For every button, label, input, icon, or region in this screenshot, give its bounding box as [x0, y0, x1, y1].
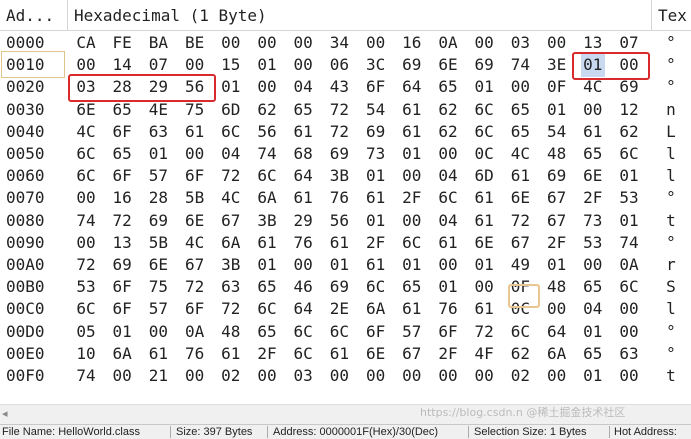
column-divider[interactable]	[651, 0, 652, 30]
hex-byte[interactable]: 00	[545, 363, 569, 388]
hex-byte[interactable]: 03	[291, 363, 315, 388]
column-divider[interactable]	[67, 0, 68, 30]
highlight-box-red	[572, 52, 650, 80]
hex-column-header[interactable]: Hexadecimal (1 Byte)	[74, 0, 267, 30]
hex-byte[interactable]: 02	[219, 363, 243, 388]
status-file-name: File Name: HelloWorld.class	[2, 426, 140, 438]
highlight-box-red	[68, 74, 216, 102]
hex-byte[interactable]: 00	[472, 363, 496, 388]
hex-byte[interactable]: 00	[255, 363, 279, 388]
hex-byte[interactable]: 00	[110, 363, 134, 388]
row-address[interactable]: 00F0	[6, 363, 45, 388]
hex-byte[interactable]: 01	[581, 363, 605, 388]
hex-byte[interactable]: 00	[436, 363, 460, 388]
status-size: Size: 397 Bytes	[176, 426, 253, 438]
hex-byte[interactable]: 21	[146, 363, 170, 388]
hex-byte[interactable]: 00	[327, 363, 351, 388]
status-address: Address: 0000001F(Hex)/30(Dec)	[273, 426, 439, 438]
status-selection-size: Selection Size: 1 Bytes	[474, 426, 587, 438]
hex-byte[interactable]: 00	[400, 363, 424, 388]
watermark: https://blog.csdn.n @稀土掘金技术社区	[420, 406, 626, 419]
status-bar: File Name: HelloWorld.class Size: 397 By…	[0, 424, 691, 439]
hex-byte[interactable]: 00	[183, 363, 207, 388]
status-hot-address: Hot Address:	[614, 426, 677, 438]
column-header: Ad... Hexadecimal (1 Byte) Tex	[0, 0, 691, 31]
hex-row: 00F0 74 00 21 00 02 00 03 00 00 00 00 00 02 00 01 00 t	[0, 363, 691, 388]
row-text[interactable]: t	[660, 363, 682, 388]
hex-byte[interactable]: 02	[508, 363, 532, 388]
text-column-header[interactable]: Tex	[658, 0, 687, 30]
hex-byte[interactable]: 00	[364, 363, 388, 388]
scroll-left-arrow-icon[interactable]: ◂	[2, 407, 8, 420]
hot-address-marker	[508, 284, 540, 308]
address-column-header[interactable]: Ad...	[6, 0, 54, 30]
hex-byte[interactable]: 74	[74, 363, 98, 388]
hex-byte[interactable]: 00	[617, 363, 641, 388]
